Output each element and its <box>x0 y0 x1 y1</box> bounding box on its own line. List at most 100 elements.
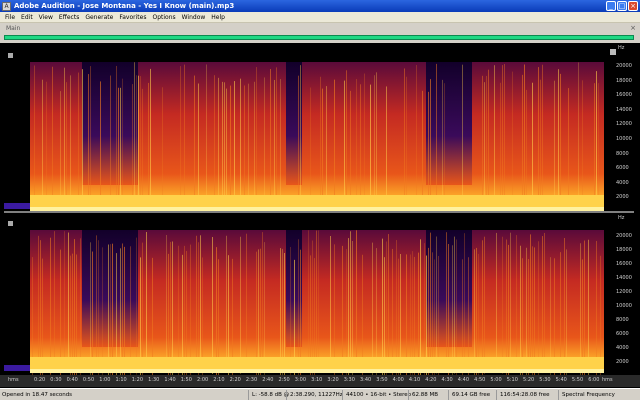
transient-streak <box>240 236 241 374</box>
menu-generate[interactable]: Generate <box>82 14 116 21</box>
transient-streak <box>542 64 543 208</box>
menu-file[interactable]: File <box>2 14 18 21</box>
transient-streak <box>420 239 421 375</box>
transient-streak <box>68 232 69 370</box>
transient-streak <box>140 76 141 213</box>
transient-streak <box>118 87 119 213</box>
transient-streak <box>454 236 455 374</box>
left-channel-spectrogram[interactable] <box>4 50 604 213</box>
transient-streak <box>90 66 91 210</box>
transient-streak <box>214 75 215 213</box>
transient-streak <box>532 82 533 213</box>
transient-streak <box>560 73 561 213</box>
menu-window[interactable]: Window <box>179 14 209 21</box>
left-channel-toggle-icon[interactable] <box>8 53 13 58</box>
transient-streak <box>274 79 275 213</box>
transient-streak <box>76 254 77 375</box>
transient-streak <box>260 248 261 375</box>
transient-streak <box>120 87 121 213</box>
silence-noise-band <box>4 203 30 209</box>
status-file-size: 62.88 MB <box>408 390 448 400</box>
menu-options[interactable]: Options <box>149 14 178 21</box>
transient-streak <box>172 241 173 375</box>
spectral-editor[interactable]: Hz 20000 18000 16000 14000 12000 10000 8000 600… <box>0 43 640 388</box>
time-tick-label: 2:10 <box>213 377 225 383</box>
frequency-unit: Hz <box>618 215 625 221</box>
window-controls: _ □ × <box>606 1 638 11</box>
transient-streak <box>524 64 525 208</box>
transient-streak <box>542 236 543 374</box>
close-button[interactable]: × <box>628 1 638 11</box>
transient-streak <box>544 232 545 370</box>
tab-main[interactable]: Main <box>2 25 24 33</box>
transient-streak <box>108 244 109 375</box>
transient-streak <box>456 239 457 375</box>
transient-streak <box>478 253 479 375</box>
time-ruler[interactable]: hms hms 0:20 0:30 0:40 0:50 1:00 1:10 1:20 1:30… <box>0 375 640 387</box>
transient-streak <box>200 235 201 373</box>
right-channel-toggle-icon[interactable] <box>8 221 13 226</box>
time-tick-label: 3:10 <box>311 377 323 383</box>
transient-streak <box>370 84 371 213</box>
waveform-overview-bar[interactable] <box>4 35 634 40</box>
transient-streak <box>484 82 485 213</box>
menu-help[interactable]: Help <box>208 14 228 21</box>
transient-streak <box>484 236 485 374</box>
transient-streak <box>142 242 143 375</box>
transient-streak <box>148 82 149 213</box>
frequency-axis-left: Hz 20000 18000 16000 14000 12000 10000 8000 600… <box>604 43 636 213</box>
time-tick-label: 2:20 <box>229 377 241 383</box>
transient-streak <box>534 247 535 375</box>
menu-edit[interactable]: Edit <box>18 14 36 21</box>
transient-streak <box>222 81 223 213</box>
time-tick-label: 3:00 <box>294 377 307 383</box>
transient-streak <box>298 75 299 213</box>
transient-streak <box>526 247 527 375</box>
transient-streak <box>264 242 265 375</box>
transient-streak <box>376 248 377 375</box>
transient-streak <box>594 83 595 213</box>
transient-streak <box>280 248 281 375</box>
menu-favorites[interactable]: Favorites <box>116 14 149 21</box>
transient-streak <box>80 238 81 375</box>
transient-streak <box>410 254 411 375</box>
frequency-tick-label: 8000 <box>616 317 629 323</box>
panel-close-icon[interactable]: × <box>629 24 637 32</box>
transient-streak <box>334 244 335 375</box>
transient-streak <box>352 240 353 375</box>
transient-streak <box>326 86 327 213</box>
menu-view[interactable]: View <box>36 14 56 21</box>
transient-streak <box>452 245 453 375</box>
transient-streak <box>102 247 103 375</box>
transient-streak <box>248 83 249 213</box>
time-tick-label: 0:30 <box>50 377 62 383</box>
silence-noise-band <box>4 365 30 371</box>
transient-streak <box>40 240 41 375</box>
transient-streak <box>430 79 431 213</box>
transient-streak <box>388 234 389 372</box>
menu-effects[interactable]: Effects <box>56 14 82 21</box>
low-frequency-band <box>30 357 604 371</box>
transient-streak <box>348 238 349 375</box>
transient-streak <box>580 243 581 375</box>
audition-app-icon[interactable]: A <box>2 1 11 11</box>
transient-streak <box>564 237 565 375</box>
frequency-tick-label: 16000 <box>616 92 632 99</box>
transient-streak <box>308 230 309 368</box>
transient-streak <box>116 65 117 209</box>
transient-streak <box>428 91 429 213</box>
frequency-tick-label: 16000 <box>616 261 632 267</box>
transient-streak <box>34 65 35 209</box>
transient-streak <box>342 245 343 375</box>
transient-streak <box>436 63 437 207</box>
transient-streak <box>506 239 507 375</box>
minimize-button[interactable]: _ <box>606 1 616 11</box>
time-tick-label: 0:20 <box>34 377 46 383</box>
transient-streak <box>588 239 589 375</box>
transient-streak <box>74 239 75 375</box>
right-channel-spectrogram[interactable] <box>4 218 604 375</box>
transient-streak <box>130 246 131 375</box>
transient-streak <box>356 230 357 368</box>
maximize-button[interactable]: □ <box>617 1 627 11</box>
transient-streak <box>46 81 47 213</box>
